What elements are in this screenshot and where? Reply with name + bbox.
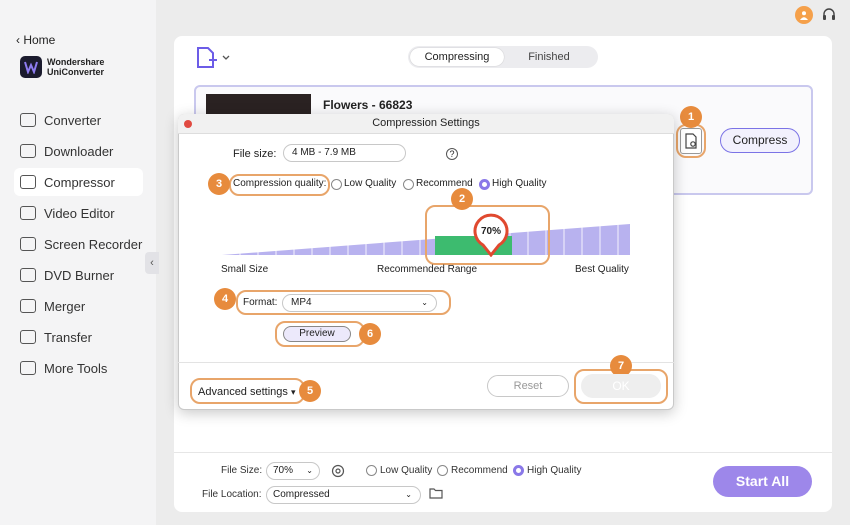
- dialog-file-size-field: 4 MB - 7.9 MB: [283, 144, 406, 162]
- transfer-icon: [20, 330, 36, 344]
- bottom-label-recommend: Recommend: [451, 465, 508, 476]
- target-size-icon[interactable]: [330, 463, 346, 482]
- callout-badge-5: 5: [299, 380, 321, 402]
- callout-badge-2: 2: [451, 188, 473, 210]
- sidebar-item-label: More Tools: [44, 360, 108, 376]
- sidebar-item-dvd-burner[interactable]: DVD Burner: [14, 261, 143, 289]
- sidebar-item-merger[interactable]: Merger: [14, 292, 143, 320]
- chevron-down-icon: ▾: [290, 387, 296, 397]
- sidebar-item-downloader[interactable]: Downloader: [14, 137, 143, 165]
- video-thumbnail[interactable]: [206, 94, 311, 114]
- slider-right-label: Best Quality: [575, 264, 629, 275]
- bottom-radio-low[interactable]: [366, 465, 377, 476]
- sidebar-item-screen-recorder[interactable]: Screen Recorder: [14, 230, 143, 258]
- file-location-value: Compressed: [273, 489, 330, 500]
- format-select[interactable]: MP4 ⌄: [282, 294, 437, 312]
- bottom-label-high: High Quality: [527, 465, 582, 476]
- sidebar-item-more-tools[interactable]: More Tools: [14, 354, 143, 382]
- bottom-divider: [174, 452, 832, 453]
- slider-value-label: 70%: [480, 226, 501, 237]
- sidebar-item-compressor[interactable]: Compressor: [14, 168, 143, 196]
- file-location-label: File Location:: [202, 489, 262, 500]
- sidebar-item-label: Merger: [44, 298, 86, 314]
- headset-icon[interactable]: [821, 7, 837, 26]
- logo-icon: [20, 56, 42, 78]
- reset-button[interactable]: Reset: [487, 375, 569, 397]
- advanced-settings-label: Advanced settings: [198, 386, 288, 398]
- folder-icon[interactable]: [429, 487, 443, 502]
- callout-badge-3: 3: [208, 173, 230, 195]
- start-all-button[interactable]: Start All: [713, 466, 812, 497]
- dialog-title: Compression Settings: [372, 117, 480, 129]
- chevron-down-icon: ⌄: [405, 490, 412, 499]
- callout-badge-4: 4: [214, 288, 236, 310]
- logo-text-line1: Wondershare: [47, 57, 105, 67]
- compression-quality-label: Compression quality:: [233, 178, 327, 189]
- logo-text-line2: UniConverter: [47, 67, 105, 77]
- sidebar-item-video-editor[interactable]: Video Editor: [14, 199, 143, 227]
- slider-left-label: Small Size: [221, 264, 269, 275]
- dialog-divider: [178, 362, 674, 363]
- chevron-down-icon: ⌄: [306, 466, 313, 475]
- sidebar-item-transfer[interactable]: Transfer: [14, 323, 143, 351]
- format-value: MP4: [291, 297, 312, 308]
- dialog-radio-recommend[interactable]: [403, 179, 414, 190]
- dvd-icon: [20, 268, 36, 282]
- compress-button[interactable]: Compress: [720, 128, 800, 153]
- sidebar-item-converter[interactable]: Converter: [14, 106, 143, 134]
- callout-badge-1: 1: [680, 106, 702, 128]
- callout-badge-6: 6: [359, 323, 381, 345]
- converter-icon: [20, 113, 36, 127]
- file-name: Flowers - 66823: [323, 98, 413, 112]
- tab-finished[interactable]: Finished: [504, 48, 594, 66]
- merger-icon: [20, 299, 36, 313]
- help-icon[interactable]: ?: [446, 148, 458, 160]
- file-location-select[interactable]: Compressed ⌄: [266, 486, 421, 504]
- sidebar-item-label: Downloader: [44, 143, 114, 159]
- dialog-file-size-label: File size:: [233, 148, 277, 160]
- sidebar-item-label: Converter: [44, 112, 102, 128]
- app-logo: Wondershare UniConverter: [20, 56, 104, 78]
- grid-icon: [20, 361, 36, 375]
- format-label: Format:: [243, 297, 278, 308]
- screen-recorder-icon: [20, 237, 36, 251]
- file-size-value: 70%: [273, 465, 294, 476]
- slider-mid-label: Recommended Range: [377, 264, 478, 275]
- bottom-radio-high[interactable]: [513, 465, 524, 476]
- add-file-button[interactable]: [196, 47, 234, 72]
- preview-button[interactable]: Preview: [283, 326, 351, 342]
- bottom-radio-recommend[interactable]: [437, 465, 448, 476]
- downloader-icon: [20, 144, 36, 158]
- collapse-sidebar-button[interactable]: ‹: [145, 252, 159, 274]
- user-avatar-icon[interactable]: [795, 6, 813, 24]
- dialog-label-low: Low Quality: [344, 178, 397, 189]
- sidebar-item-label: Video Editor: [44, 205, 115, 221]
- sidebar-item-label: Screen Recorder: [44, 236, 143, 252]
- compressor-icon: [20, 175, 36, 189]
- scissors-icon: [20, 206, 36, 220]
- file-size-label: File Size:: [221, 465, 263, 476]
- tab-compressing[interactable]: Compressing: [410, 48, 504, 66]
- home-link[interactable]: ‹ Home: [16, 33, 55, 47]
- bottom-label-low: Low Quality: [380, 465, 433, 476]
- callout-box-1: [676, 124, 706, 158]
- file-size-select[interactable]: 70% ⌄: [266, 462, 320, 480]
- dialog-radio-low[interactable]: [331, 179, 342, 190]
- dialog-radio-high[interactable]: [479, 179, 490, 190]
- dialog-label-high: High Quality: [492, 178, 547, 189]
- sidebar-item-label: Transfer: [44, 329, 92, 345]
- chevron-down-icon: ⌄: [421, 298, 428, 307]
- sidebar-item-label: DVD Burner: [44, 267, 115, 283]
- advanced-settings-toggle[interactable]: Advanced settings ▾: [198, 386, 295, 398]
- ok-button[interactable]: OK: [581, 374, 661, 398]
- sidebar-item-label: Compressor: [44, 174, 115, 190]
